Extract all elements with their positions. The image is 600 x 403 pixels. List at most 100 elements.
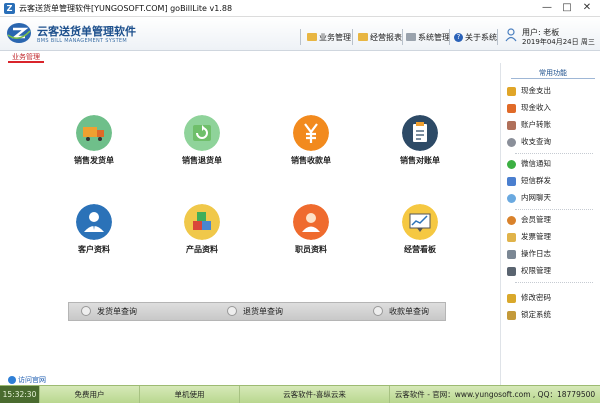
tile-staff-data[interactable]: 职员资料 [266, 204, 356, 264]
folder-icon [307, 33, 317, 41]
truck-icon [76, 115, 112, 151]
tile-label: 职员资料 [295, 245, 327, 254]
sidebar-item-label: 发票管理 [521, 232, 551, 241]
key-icon [507, 294, 516, 303]
sidebar-title: 常用功能 [511, 67, 595, 79]
status-contact: 云客软件 - 官网：www.yungosoft.com , QQ：1877950… [394, 390, 596, 399]
sidebar-item-label: 现金支出 [521, 86, 551, 95]
sidebar-item-transfer[interactable]: 账户转账 [507, 119, 551, 131]
tile-sales-return[interactable]: 销售退货单 [157, 115, 247, 175]
nav-reports[interactable]: 经营报表 [358, 30, 402, 44]
delivery-query-button[interactable]: 发货单查询 [81, 305, 137, 318]
wechat-icon [507, 160, 516, 169]
search-icon [507, 138, 516, 147]
return-query-button[interactable]: 退货单查询 [227, 305, 283, 318]
sidebar-item-label: 现金收入 [521, 103, 551, 112]
tab-business[interactable]: 业务管理 [8, 53, 44, 63]
status-mode: 单机使用 [140, 386, 240, 403]
tile-label: 销售发货单 [74, 156, 114, 165]
brand-logo-icon [7, 23, 31, 43]
log-icon [507, 250, 516, 259]
tile-label: 客户资料 [78, 245, 110, 254]
sidebar-divider [515, 209, 593, 210]
search-icon [373, 305, 383, 316]
sidebar-item-chat[interactable]: 内网聊天 [507, 192, 551, 204]
staff-icon [293, 204, 329, 240]
sidebar-item-invoices[interactable]: 发票管理 [507, 231, 551, 243]
cash-out-icon [507, 87, 516, 96]
nav-business[interactable]: 业务管理 [307, 30, 351, 44]
query-bar: 发货单查询 退货单查询 收款单查询 [68, 302, 446, 321]
visit-website-link[interactable]: 访问官网 [8, 375, 46, 385]
customer-icon [76, 204, 112, 240]
nav-separator [449, 29, 450, 45]
main-panel: 销售发货单 销售退货单 销售收款单 销售对账单 客户资料 产品资料 职员资料 经… [0, 63, 500, 385]
search-icon [227, 305, 237, 316]
nav-system-label: 系统管理 [418, 32, 450, 42]
sidebar-item-label: 操作日志 [521, 249, 551, 258]
nav-system[interactable]: 系统管理 [406, 30, 450, 44]
app-header: 云客送货单管理软件 BMS BILL MANAGEMENT SYSTEM 业务管… [0, 17, 600, 51]
status-bar: 15:32:30 免费用户 单机使用 云客软件-喜纵云来 云客软件 - 官网：w… [0, 385, 600, 403]
sidebar-item-income-query[interactable]: 收支查询 [507, 136, 551, 148]
minimize-button[interactable]: — [536, 0, 558, 16]
sidebar-item-label: 权限管理 [521, 266, 551, 275]
visit-website-label: 访问官网 [18, 376, 46, 384]
tile-sales-delivery[interactable]: 销售发货单 [49, 115, 139, 175]
maximize-button[interactable]: □ [556, 0, 578, 16]
quick-functions-sidebar: 常用功能 现金支出 现金收入 账户转账 收支查询 微信通知 短信群发 内网聊天 … [500, 63, 600, 385]
clipboard-icon [402, 115, 438, 151]
user-info: 用户: 老板 2019年04月24日 周三 [505, 26, 595, 50]
sidebar-item-label: 修改密码 [521, 293, 551, 302]
sidebar-item-label: 微信通知 [521, 159, 551, 168]
tile-sales-statement[interactable]: 销售对账单 [375, 115, 465, 175]
dashboard-icon [402, 204, 438, 240]
tile-business-dashboard[interactable]: 经营看板 [375, 204, 465, 264]
lock-icon [507, 311, 516, 320]
tile-sales-receipt[interactable]: 销售收款单 [266, 115, 356, 175]
window-title: 云客送货单管理软件[YUNGOSOFT.COM] goBillLite v1.8… [19, 4, 233, 13]
monitor-icon [507, 267, 516, 276]
brand-subtitle: BMS BILL MANAGEMENT SYSTEM [37, 38, 127, 44]
sidebar-item-sms[interactable]: 短信群发 [507, 175, 551, 187]
sidebar-item-lock-system[interactable]: 锁定系统 [507, 309, 551, 321]
current-date: 2019年04月24日 周三 [522, 38, 595, 46]
sidebar-item-permissions[interactable]: 权限管理 [507, 265, 551, 277]
member-icon [507, 216, 516, 225]
query-label: 退货单查询 [243, 307, 283, 316]
query-label: 发货单查询 [97, 307, 137, 316]
nav-separator [300, 29, 301, 45]
tile-label: 经营看板 [404, 245, 436, 254]
nav-business-label: 业务管理 [319, 32, 351, 42]
tile-product-data[interactable]: 产品资料 [157, 204, 247, 264]
tile-customer-data[interactable]: 客户资料 [49, 204, 139, 264]
sidebar-item-label: 账户转账 [521, 120, 551, 129]
sidebar-item-label: 短信群发 [521, 176, 551, 185]
tile-label: 销售对账单 [400, 156, 440, 165]
sidebar-item-label: 锁定系统 [521, 310, 551, 319]
tile-label: 产品资料 [186, 245, 218, 254]
chat-icon [507, 194, 516, 203]
sidebar-item-label: 会员管理 [521, 215, 551, 224]
product-icon [184, 204, 220, 240]
sidebar-item-logs[interactable]: 操作日志 [507, 248, 551, 260]
tile-label: 销售收款单 [291, 156, 331, 165]
tile-label: 销售退货单 [182, 156, 222, 165]
receipt-query-button[interactable]: 收款单查询 [373, 305, 429, 318]
nav-about-label: 关于系统 [465, 32, 497, 42]
sidebar-item-change-password[interactable]: 修改密码 [507, 292, 551, 304]
sidebar-item-wechat[interactable]: 微信通知 [507, 158, 551, 170]
sidebar-item-label: 内网聊天 [521, 193, 551, 202]
yen-icon [293, 115, 329, 151]
sidebar-item-label: 收支查询 [521, 137, 551, 146]
status-slogan: 云客软件-喜纵云来 [240, 386, 390, 403]
folder-icon [358, 33, 368, 41]
sidebar-item-members[interactable]: 会员管理 [507, 214, 551, 226]
nav-separator [402, 29, 403, 45]
transfer-icon [507, 121, 516, 130]
close-button[interactable]: ✕ [576, 0, 598, 16]
nav-about[interactable]: ? 关于系统 [454, 30, 497, 44]
sidebar-item-cash-in[interactable]: 现金收入 [507, 102, 551, 114]
sidebar-item-cash-out[interactable]: 现金支出 [507, 85, 551, 97]
nav-reports-label: 经营报表 [370, 32, 402, 42]
